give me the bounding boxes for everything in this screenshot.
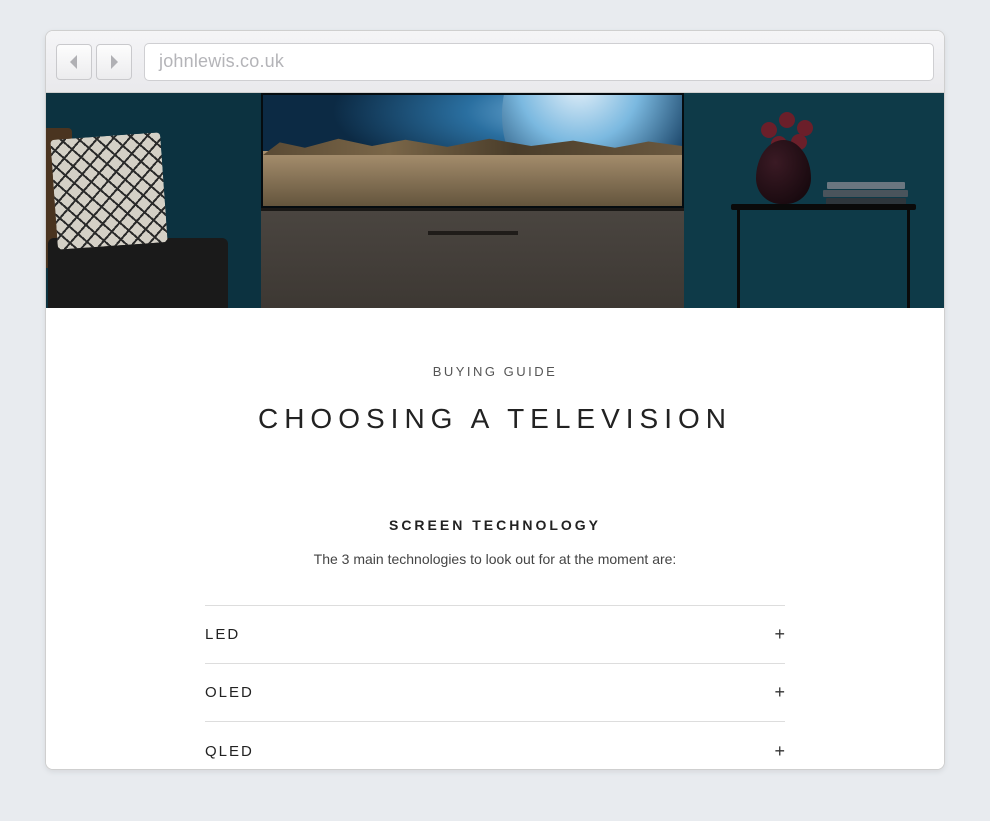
accordion-label: QLED <box>205 743 254 760</box>
accordion-item-led[interactable]: LED + <box>205 606 785 664</box>
browser-window: johnlewis.co.uk BUYING GUIDE CHOOSING A … <box>45 30 945 770</box>
plus-icon: + <box>774 682 785 703</box>
tv-cabinet <box>261 208 684 308</box>
address-bar[interactable]: johnlewis.co.uk <box>144 43 934 81</box>
cushion <box>50 132 167 249</box>
plus-icon: + <box>774 741 785 762</box>
accordion-label: OLED <box>205 684 254 701</box>
page-title: CHOOSING A TELEVISION <box>86 403 904 435</box>
accordion-item-oled[interactable]: OLED + <box>205 664 785 722</box>
accordion-label: LED <box>205 626 240 643</box>
side-table <box>731 158 916 308</box>
back-button[interactable] <box>56 44 92 80</box>
chevron-right-icon <box>107 54 121 70</box>
section-subtext: The 3 main technologies to look out for … <box>86 551 904 567</box>
eyebrow-text: BUYING GUIDE <box>86 364 904 379</box>
browser-toolbar: johnlewis.co.uk <box>46 31 944 93</box>
accordion-item-qled[interactable]: QLED + <box>205 722 785 770</box>
books <box>823 182 908 204</box>
accordion: LED + OLED + QLED + <box>205 605 785 770</box>
hero-image <box>46 93 944 308</box>
plus-icon: + <box>774 624 785 645</box>
section-heading: SCREEN TECHNOLOGY <box>86 517 904 533</box>
page-content: BUYING GUIDE CHOOSING A TELEVISION SCREE… <box>46 308 944 769</box>
tv-screen <box>261 93 684 208</box>
armchair <box>46 118 240 308</box>
flowers <box>761 108 831 148</box>
forward-button[interactable] <box>96 44 132 80</box>
chevron-left-icon <box>67 54 81 70</box>
address-bar-url: johnlewis.co.uk <box>159 51 284 72</box>
